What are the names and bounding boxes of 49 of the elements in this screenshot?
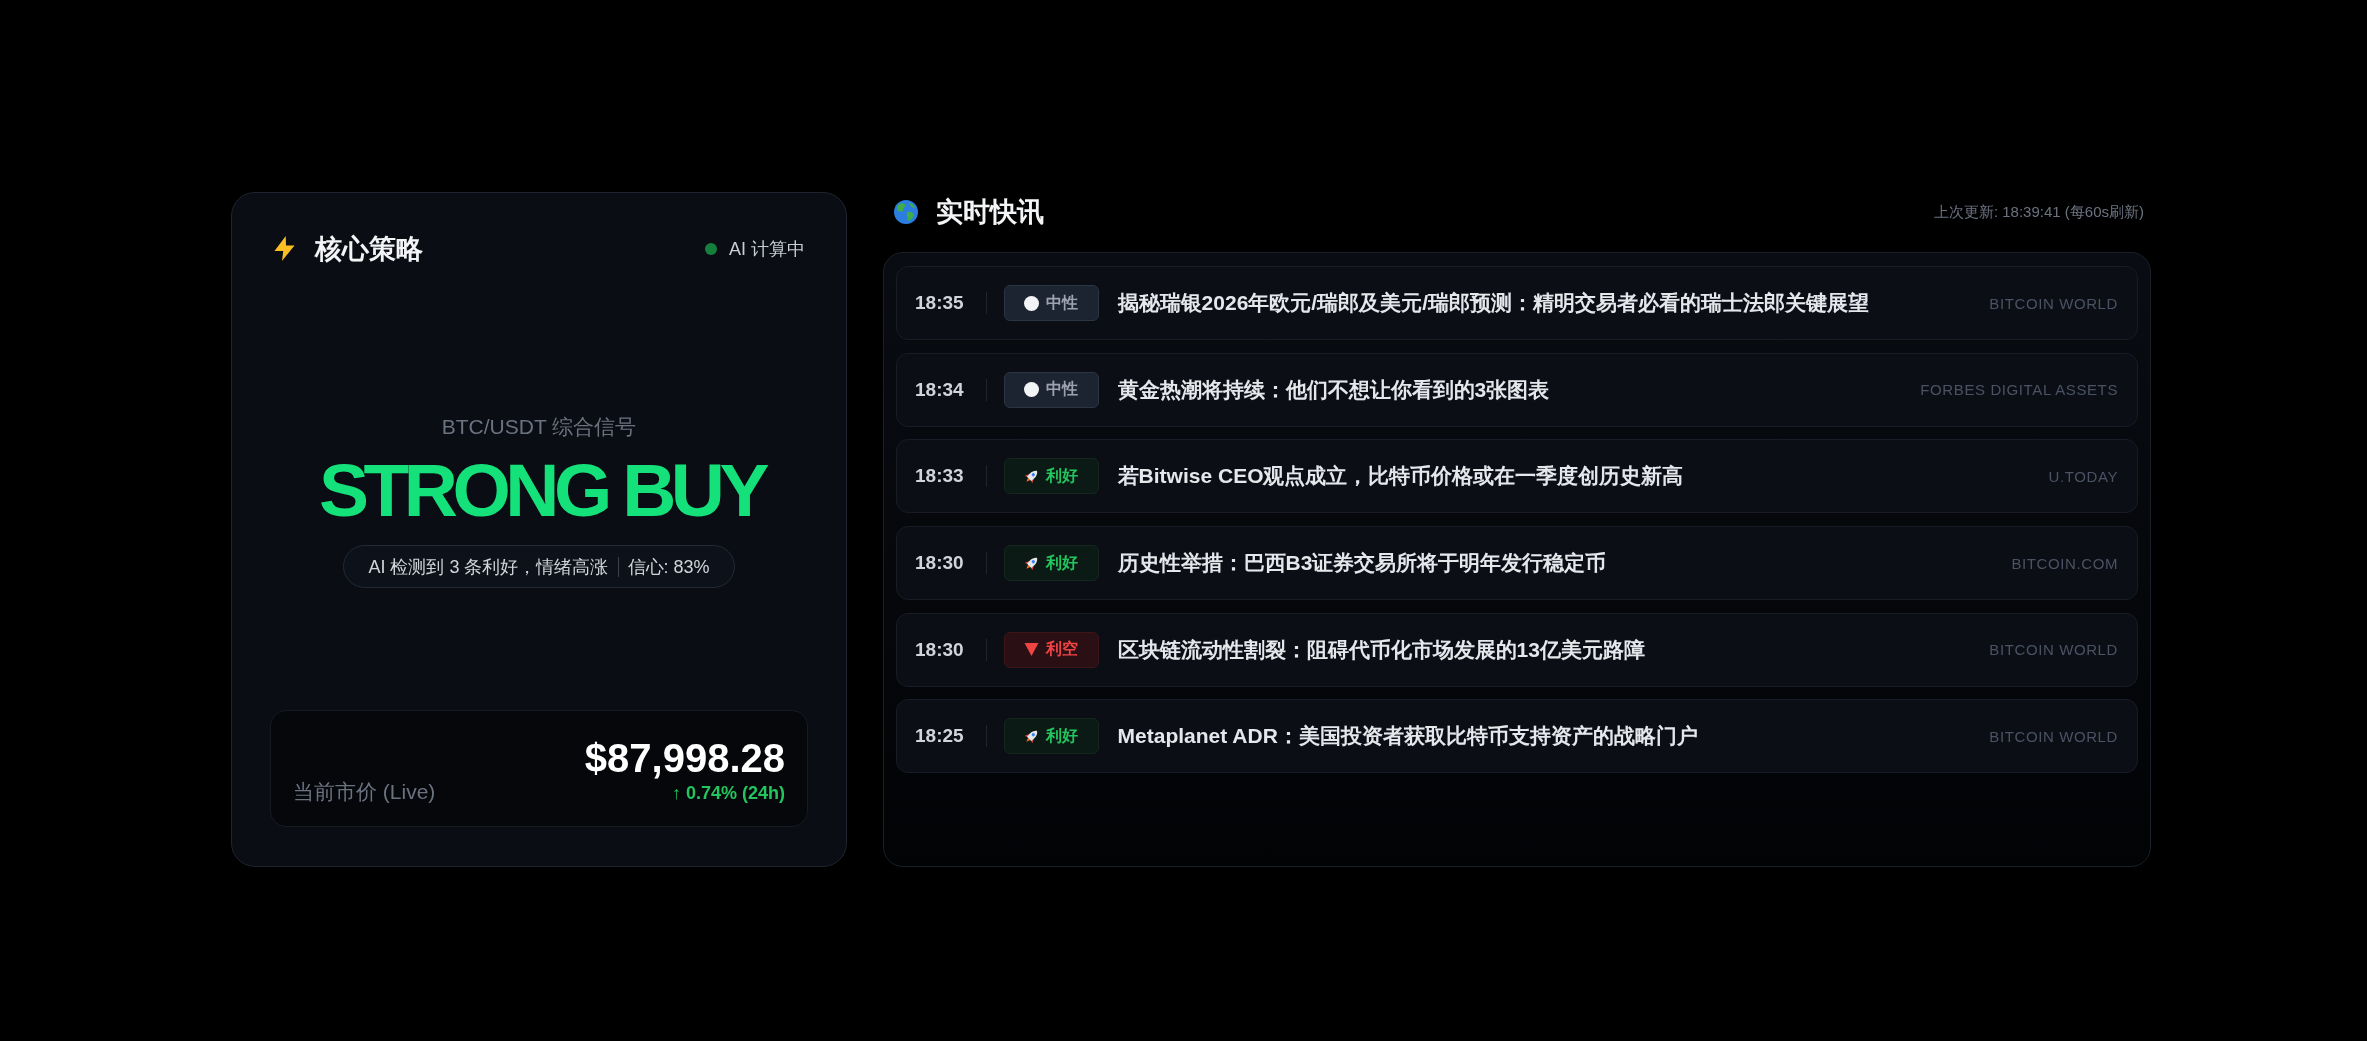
sentiment-label: 利空 <box>1046 639 1079 660</box>
news-time: 18:33 <box>915 465 964 488</box>
rocket-icon <box>1024 468 1040 484</box>
last-updated-text: 上次更新: 18:39:41 (每60s刷新) <box>1933 202 2144 222</box>
pair-label: BTC/USDT 综合信号 <box>441 415 637 439</box>
news-headline: 历史性举措：巴西B3证券交易所将于明年发行稳定币 <box>1117 550 1608 577</box>
status-label: AI 计算中 <box>729 238 805 261</box>
sentiment-label: 利好 <box>1046 552 1079 573</box>
news-headline: 揭秘瑞银2026年欧元/瑞郎及美元/瑞郎预测：精明交易者必看的瑞士法郎关键展望 <box>1117 290 1870 316</box>
news-source: BITCOIN WORLD <box>1989 641 2118 659</box>
news-headline: 区块链流动性割裂：阻碍代币化市场发展的13亿美元路障 <box>1117 636 1646 663</box>
lightning-icon <box>272 236 297 262</box>
sentiment-label: 利好 <box>1046 725 1079 746</box>
news-headline: 若Bitwise CEO观点成立，比特币价格或在一季度创历史新高 <box>1117 463 1685 490</box>
news-time: 18:35 <box>915 292 964 314</box>
circle-icon <box>1024 295 1040 311</box>
card-title: 核心策略 <box>315 232 423 266</box>
news-item[interactable]: 18:35 中性 揭秘瑞银2026年欧元/瑞郎及美元/瑞郎预测：精明交易者必看的瑞士法郎关键展望 BITCOIN WORLD <box>896 266 2138 340</box>
news-time: 18:30 <box>915 552 964 575</box>
news-item[interactable]: 18:30 利好 历史性举措：巴西B3证券交易所将于明年发行稳定币 BITCOIN.COM <box>896 526 2138 601</box>
news-item[interactable]: 18:34 中性 黄金热潮将持续：他们不想让你看到的3张图表 FORBES DIGITAL ASSETS <box>896 352 2138 427</box>
news-source: BITCOIN WORLD <box>1989 727 2118 745</box>
news-item[interactable]: 18:25 利好 Metaplanet ADR：美国投资者获取比特币支持资产的战略门户 BITCOIN WORLD <box>896 699 2138 774</box>
signal-text: STRONG BUY <box>318 453 764 528</box>
globe-icon <box>894 200 918 224</box>
down-triangle-icon <box>1024 642 1040 658</box>
circle-icon <box>1024 382 1040 398</box>
news-item[interactable]: 18:30 利空 区块链流动性割裂：阻碍代币化市场发展的13亿美元路障 BITCOIN WORLD <box>896 612 2138 687</box>
news-source: BITCOIN WORLD <box>1989 294 2118 312</box>
news-headline: Metaplanet ADR：美国投资者获取比特币支持资产的战略门户 <box>1117 723 1699 750</box>
price-value: $87,998.28 <box>584 735 785 781</box>
section-title: 实时快讯 <box>936 195 1044 229</box>
sentiment-label: 利好 <box>1046 465 1079 486</box>
confidence-text: 信心: 83% <box>627 555 710 579</box>
sentiment-label: 中性 <box>1046 292 1079 313</box>
sentiment-label: 中性 <box>1046 379 1079 400</box>
news-source: U.TODAY <box>2048 467 2118 485</box>
price-change: ↑ 0.74% (24h) <box>671 782 785 805</box>
rocket-icon <box>1024 728 1040 744</box>
news-item[interactable]: 18:33 利好 若Bitwise CEO观点成立，比特币价格或在一季度创历史新高 U.TODAY <box>896 439 2138 514</box>
news-source: FORBES DIGITAL ASSETS <box>1920 381 2118 399</box>
news-headline: 黄金热潮将持续：他们不想让你看到的3张图表 <box>1117 376 1551 403</box>
news-source: BITCOIN.COM <box>2011 554 2118 572</box>
summary-text: AI 检测到 3 条利好，情绪高涨 <box>368 555 609 579</box>
price-label: 当前市价 (Live) <box>293 779 436 805</box>
news-time: 18:30 <box>915 638 964 661</box>
news-time: 18:34 <box>915 378 964 401</box>
news-time: 18:25 <box>915 725 964 748</box>
rocket-icon <box>1024 555 1040 571</box>
